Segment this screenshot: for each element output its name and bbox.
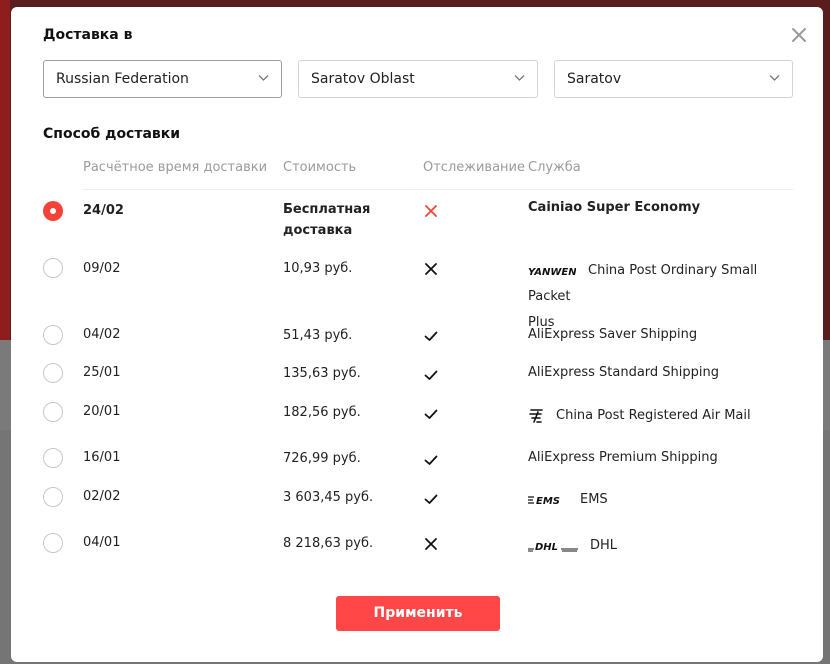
shipping-service: AliExpress Premium Shipping (528, 450, 718, 465)
shipping-option-row[interactable]: 20/01 182,56 руб. China Post Registered … (11, 402, 823, 438)
column-header-service: Служба (528, 160, 581, 175)
delivery-date: 16/01 (83, 450, 121, 465)
shipping-cost: 3 603,45 руб. (283, 490, 374, 505)
shipping-option-radio[interactable] (43, 325, 63, 345)
no-tracking-icon (424, 204, 438, 218)
svg-text:DHL: DHL (535, 542, 558, 552)
shipping-service-name: China Post Registered Air Mail (556, 408, 751, 423)
ems-logo: EMS (528, 494, 568, 506)
shipping-option-radio[interactable] (43, 533, 63, 553)
shipping-modal: Доставка в Russian Federation Saratov Ob… (11, 7, 823, 662)
header-divider (83, 189, 793, 190)
delivery-date: 24/02 (83, 203, 124, 218)
tracking-check-icon (424, 329, 438, 343)
shipping-option-radio[interactable] (43, 487, 63, 507)
delivery-date: 09/02 (83, 261, 121, 276)
city-value: Saratov (567, 71, 622, 87)
shipping-cost: 8 218,63 руб. (283, 536, 374, 551)
shipping-option-radio[interactable] (43, 201, 63, 221)
shipping-service: Cainiao Super Economy (528, 200, 701, 215)
shipping-option-row[interactable]: 09/02 10,93 руб. YANWEN China Post Ordin… (11, 257, 823, 330)
region-select[interactable]: Saratov Oblast (298, 60, 538, 98)
shipping-cost-line: доставка (283, 223, 353, 238)
shipping-option-row[interactable]: 02/02 3 603,45 руб. EMS EMS (11, 487, 823, 523)
svg-text:EMS: EMS (536, 496, 560, 506)
shipping-option-radio[interactable] (43, 363, 63, 383)
shipping-service: DHL DHL (528, 533, 793, 559)
delivery-date: 25/01 (83, 365, 121, 380)
chevron-down-icon (769, 75, 780, 81)
dhl-logo: DHL (528, 540, 578, 552)
column-header-cost: Стоимость (283, 160, 357, 175)
chevron-down-icon (258, 75, 269, 81)
delivery-date: 02/02 (83, 489, 121, 504)
apply-button[interactable]: Применить (336, 596, 500, 631)
shipping-service: AliExpress Saver Shipping (528, 327, 698, 342)
shipping-option-row[interactable]: 24/02 Бесплатная доставка Cainiao Super … (11, 199, 823, 249)
city-select[interactable]: Saratov (554, 60, 793, 98)
shipping-service: EMS EMS (528, 487, 793, 513)
shipping-service: China Post Registered Air Mail (528, 403, 793, 429)
tracking-check-icon (424, 453, 438, 467)
delivery-date: 04/02 (83, 327, 121, 342)
no-tracking-icon (424, 262, 438, 276)
delivery-date: 20/01 (83, 404, 121, 419)
svg-text:YANWEN: YANWEN (528, 267, 576, 277)
column-header-time: Расчётное время доставки (83, 160, 268, 175)
no-tracking-icon (424, 537, 438, 551)
shipping-option-radio[interactable] (43, 258, 63, 278)
shipping-option-row[interactable]: 04/01 8 218,63 руб. DHL DHL (11, 533, 823, 569)
china-post-logo (528, 408, 544, 424)
shipping-cost: 10,93 руб. (283, 261, 353, 276)
tracking-check-icon (424, 368, 438, 382)
shipping-cost-line: Бесплатная (283, 202, 371, 217)
country-select[interactable]: Russian Federation (43, 60, 282, 98)
shipping-service-name: DHL (590, 538, 618, 553)
delivery-method-title: Способ доставки (43, 126, 181, 142)
column-header-tracking: Отслеживание (423, 160, 525, 175)
shipping-option-row[interactable]: 16/01 726,99 руб. AliExpress Premium Shi… (11, 448, 823, 478)
chevron-down-icon (514, 75, 525, 81)
shipping-option-radio[interactable] (43, 448, 63, 468)
shipping-service-name: EMS (580, 492, 608, 507)
shipping-option-row[interactable]: 25/01 135,63 руб. AliExpress Standard Sh… (11, 363, 823, 393)
yanwen-logo: YANWEN (528, 265, 576, 277)
close-icon[interactable] (789, 25, 809, 45)
shipping-cost: 726,99 руб. (283, 451, 361, 466)
tracking-check-icon (424, 407, 438, 421)
shipping-cost: 51,43 руб. (283, 328, 353, 343)
shipping-cost: 135,63 руб. (283, 366, 361, 381)
region-value: Saratov Oblast (311, 71, 415, 87)
shipping-option-radio[interactable] (43, 402, 63, 422)
country-value: Russian Federation (56, 71, 189, 87)
tracking-check-icon (424, 492, 438, 506)
shipping-service: AliExpress Standard Shipping (528, 365, 719, 380)
delivery-date: 04/01 (83, 535, 121, 550)
shipping-cost: 182,56 руб. (283, 405, 361, 420)
shipping-cost: Бесплатная доставка (283, 199, 403, 241)
shipping-option-row[interactable]: 04/02 51,43 руб. AliExpress Saver Shippi… (11, 325, 823, 355)
delivery-to-title: Доставка в (43, 27, 133, 43)
